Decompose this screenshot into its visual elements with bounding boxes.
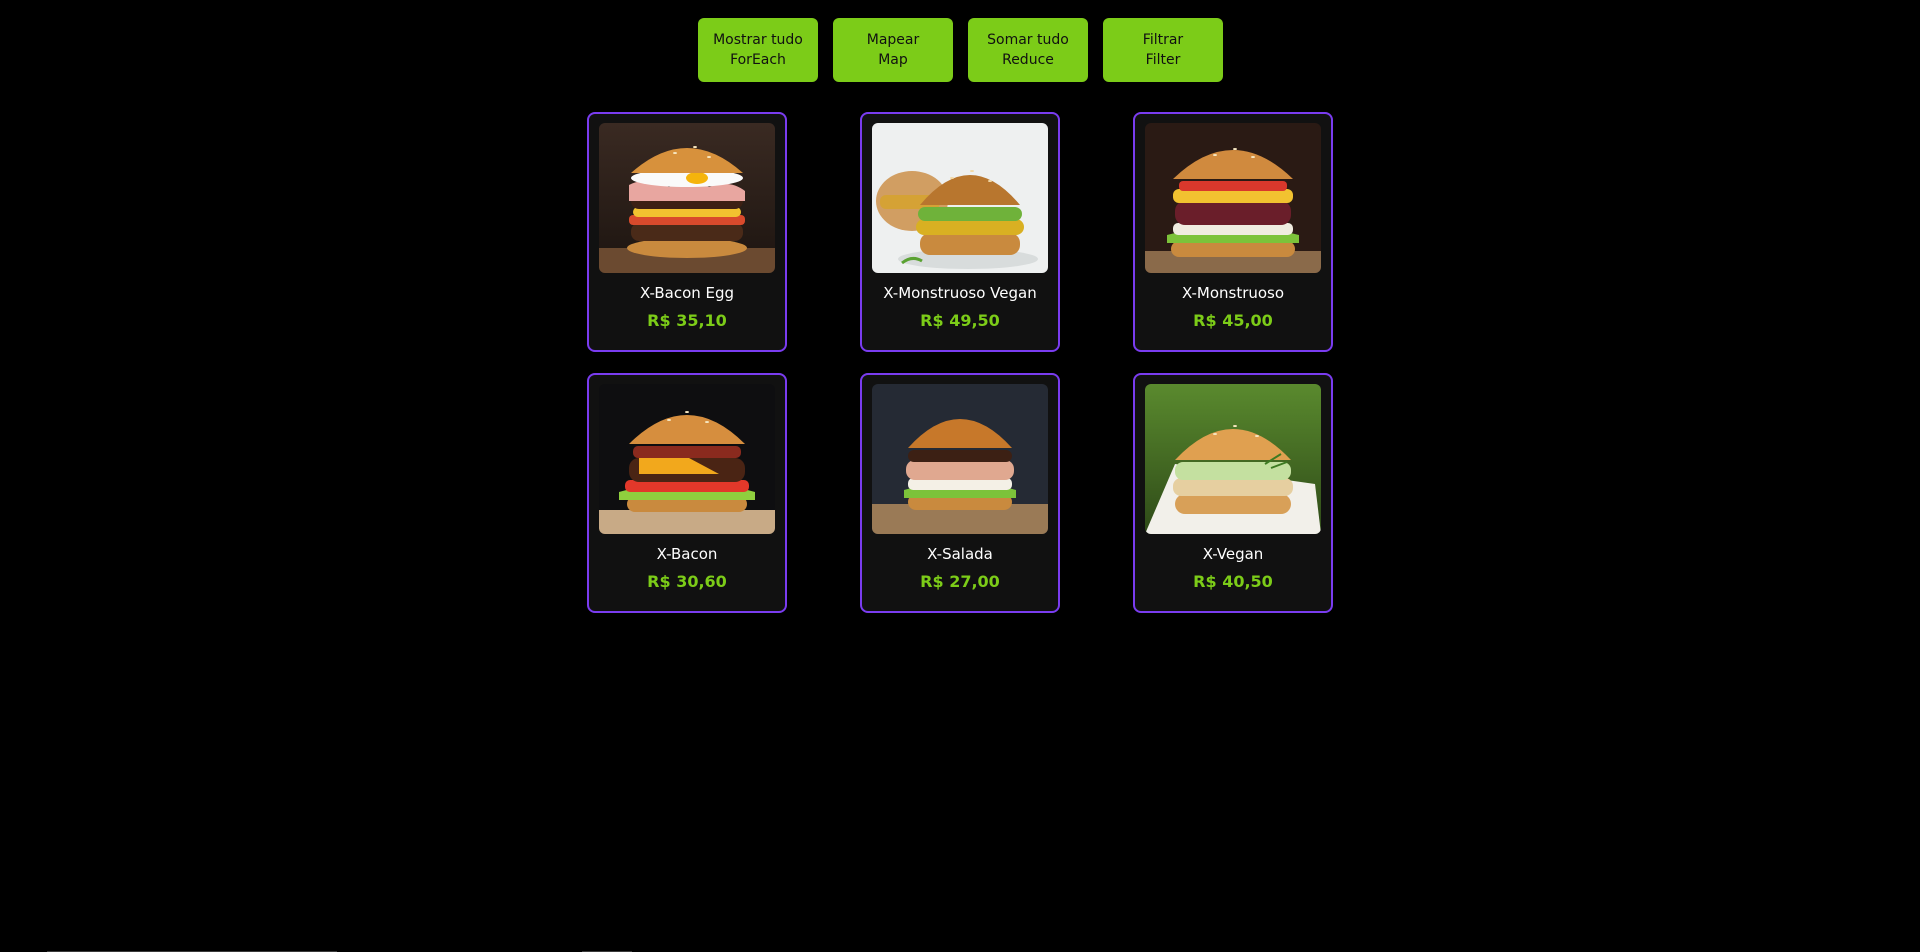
map-button[interactable]: Mapear Map [833, 18, 953, 82]
product-name: X-Monstruoso [1181, 284, 1285, 302]
burger-salada-photo [872, 384, 1048, 534]
burger-bacon-photo [599, 384, 775, 534]
product-card: X-Monstruoso R$ 45,00 [1133, 112, 1333, 352]
product-price: R$ 40,50 [1193, 572, 1273, 591]
button-label-line2: ForEach [730, 52, 786, 68]
product-name: X-Monstruoso Vegan [883, 284, 1037, 302]
product-name: X-Salada [927, 545, 993, 563]
product-card: X-Vegan R$ 40,50 [1133, 373, 1333, 613]
button-label-line1: Mostrar tudo [713, 32, 803, 48]
product-price: R$ 27,00 [920, 572, 1000, 591]
button-label-line2: Filter [1145, 52, 1181, 68]
burger-bacon-egg-photo [599, 123, 775, 273]
product-card: X-Salada R$ 27,00 [860, 373, 1060, 613]
product-price: R$ 30,60 [647, 572, 727, 591]
filter-button[interactable]: Filtrar Filter [1103, 18, 1223, 82]
product-price: R$ 45,00 [1193, 311, 1273, 330]
product-grid: X-Bacon Egg R$ 35,10 X-Monstruoso Vegan … [587, 112, 1333, 613]
button-label-line1: Filtrar [1142, 32, 1184, 48]
button-label-line2: Reduce [1002, 52, 1054, 68]
product-name: X-Bacon Egg [639, 284, 735, 302]
button-label-line1: Somar tudo [987, 32, 1069, 48]
product-price: R$ 35,10 [647, 311, 727, 330]
show-all-foreach-button[interactable]: Mostrar tudo ForEach [698, 18, 818, 82]
product-name: X-Bacon [656, 545, 718, 563]
toolbar: Mostrar tudo ForEach Mapear Map Somar tu… [698, 18, 1223, 82]
burger-monstruoso-photo [1145, 123, 1321, 273]
product-card: X-Bacon Egg R$ 35,10 [587, 112, 787, 352]
product-card: X-Bacon R$ 30,60 [587, 373, 787, 613]
button-label-line2: Map [878, 52, 908, 68]
product-name: X-Vegan [1202, 545, 1264, 563]
product-price: R$ 49,50 [920, 311, 1000, 330]
product-card: X-Monstruoso Vegan R$ 49,50 [860, 112, 1060, 352]
button-label-line1: Mapear [866, 32, 920, 48]
burger-vegan-photo [1145, 384, 1321, 534]
sum-all-reduce-button[interactable]: Somar tudo Reduce [968, 18, 1088, 82]
burger-monstruoso-vegan-photo [872, 123, 1048, 273]
